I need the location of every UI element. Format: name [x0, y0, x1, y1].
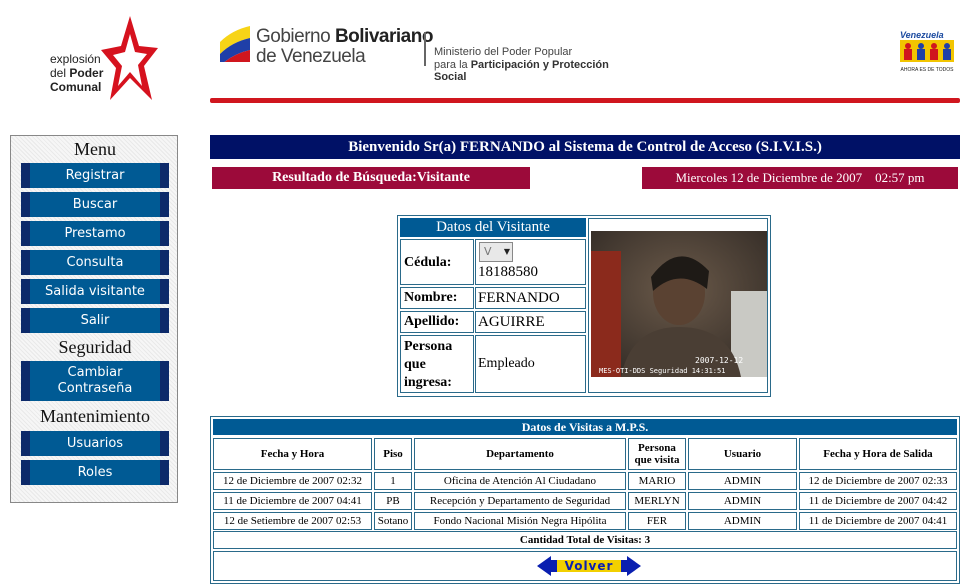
table-cell: Sotano	[374, 512, 412, 530]
persona-value: Empleado	[475, 335, 586, 393]
table-cell: 11 de Diciembre de 2007 04:41	[799, 512, 957, 530]
table-cell: PB	[374, 492, 412, 510]
chevron-down-icon: ▼	[503, 247, 510, 256]
nombre-label: Nombre:	[400, 287, 474, 309]
back-row: Volver	[213, 551, 957, 581]
col-header-usuario: Usuario	[688, 438, 797, 470]
table-cell: 12 de Setiembre de 2007 02:53	[213, 512, 372, 530]
table-cell: 12 de Diciembre de 2007 02:33	[799, 472, 957, 490]
menu-item-prestamo[interactable]: Prestamo	[21, 221, 169, 246]
menu-item-salida-visitante[interactable]: Salida visitante	[21, 279, 169, 304]
table-cell: 11 de Diciembre de 2007 04:41	[213, 492, 372, 510]
welcome-banner: Bienvenido Sr(a) FERNANDO al Sistema de …	[210, 135, 960, 159]
menu-item-salir[interactable]: Salir	[21, 308, 169, 333]
poder-comunal-text: explosión del Poder Comunal	[50, 52, 104, 94]
svg-text:MES-OTI-DDS Seguridad 14:31:51: MES-OTI-DDS Seguridad 14:31:51	[599, 367, 725, 375]
table-cell: ADMIN	[688, 492, 797, 510]
section-title-mantenimiento: Mantenimiento	[40, 406, 150, 426]
total-visits: Cantidad Total de Visitas: 3	[213, 531, 957, 549]
visits-table: Datos de Visitas a M.P.S. Fecha y Hora P…	[210, 416, 960, 584]
poder-comunal-logo: explosión del Poder Comunal	[48, 14, 160, 104]
apellido-value: AGUIRRE	[475, 311, 586, 333]
col-header-piso: Piso	[374, 438, 412, 470]
header-divider	[210, 98, 960, 103]
table-cell: ADMIN	[688, 512, 797, 530]
nombre-value: FERNANDO	[475, 287, 586, 309]
section-title-menu: Menu	[74, 139, 116, 159]
menu-item-roles[interactable]: Roles	[21, 460, 169, 485]
venezuela-flag-icon	[220, 26, 250, 62]
apellido-label: Apellido:	[400, 311, 474, 333]
visitor-photo: 2007-12-12 MES-OTI-DDS Seguridad 14:31:5…	[591, 231, 767, 377]
cedula-cell: V ▼ 18188580	[475, 239, 586, 285]
col-header-fecha-hora-salida: Fecha y Hora de Salida	[799, 438, 957, 470]
people-figures-icon	[900, 40, 954, 62]
visitor-panel-title: Datos del Visitante	[400, 218, 586, 237]
table-cell: 12 de Diciembre de 2007 02:32	[213, 472, 372, 490]
table-cell: MERLYN	[628, 492, 686, 510]
table-cell: MARIO	[628, 472, 686, 490]
current-datetime: Miercoles 12 de Diciembre de 2007 02:57 …	[642, 167, 958, 189]
table-cell: Oficina de Atención Al Ciudadano	[414, 472, 626, 490]
gobierno-bolivariano-logo: Gobierno Bolivariano de Venezuela Minist…	[218, 22, 638, 83]
section-title-seguridad: Seguridad	[58, 337, 132, 357]
table-cell: 1	[374, 472, 412, 490]
red-star-icon	[101, 16, 158, 100]
sidebar-menu: Menu Registrar Buscar Prestamo Consulta …	[10, 135, 178, 503]
menu-item-consulta[interactable]: Consulta	[21, 250, 169, 275]
back-button[interactable]: Volver	[537, 556, 641, 576]
persona-label: Persona que ingresa:	[400, 335, 474, 393]
table-cell: ADMIN	[688, 472, 797, 490]
menu-item-usuarios[interactable]: Usuarios	[21, 431, 169, 456]
venezuela-ahora-es-de-todos-logo: Venezuela AHORA ES DE TODOS	[900, 30, 954, 73]
menu-item-cambiar-contrasena[interactable]: Cambiar Contraseña	[21, 361, 169, 401]
cedula-type-select[interactable]: V ▼	[479, 242, 513, 262]
result-title: Resultado de Búsqueda:Visitante	[212, 167, 530, 189]
visits-table-title: Datos de Visitas a M.P.S.	[213, 419, 957, 435]
table-cell: Recepción y Departamento de Seguridad	[414, 492, 626, 510]
table-cell: FER	[628, 512, 686, 530]
svg-text:2007-12-12: 2007-12-12	[695, 356, 743, 365]
col-header-persona-visita: Persona que visita	[628, 438, 686, 470]
col-header-fecha-hora: Fecha y Hora	[213, 438, 372, 470]
table-cell: 11 de Diciembre de 2007 04:42	[799, 492, 957, 510]
menu-item-buscar[interactable]: Buscar	[21, 192, 169, 217]
menu-item-registrar[interactable]: Registrar	[21, 163, 169, 188]
cedula-label: Cédula:	[400, 239, 474, 285]
col-header-departamento: Departamento	[414, 438, 626, 470]
cedula-value: 18188580	[478, 264, 538, 280]
table-cell: Fondo Nacional Misión Negra Hipólita	[414, 512, 626, 530]
